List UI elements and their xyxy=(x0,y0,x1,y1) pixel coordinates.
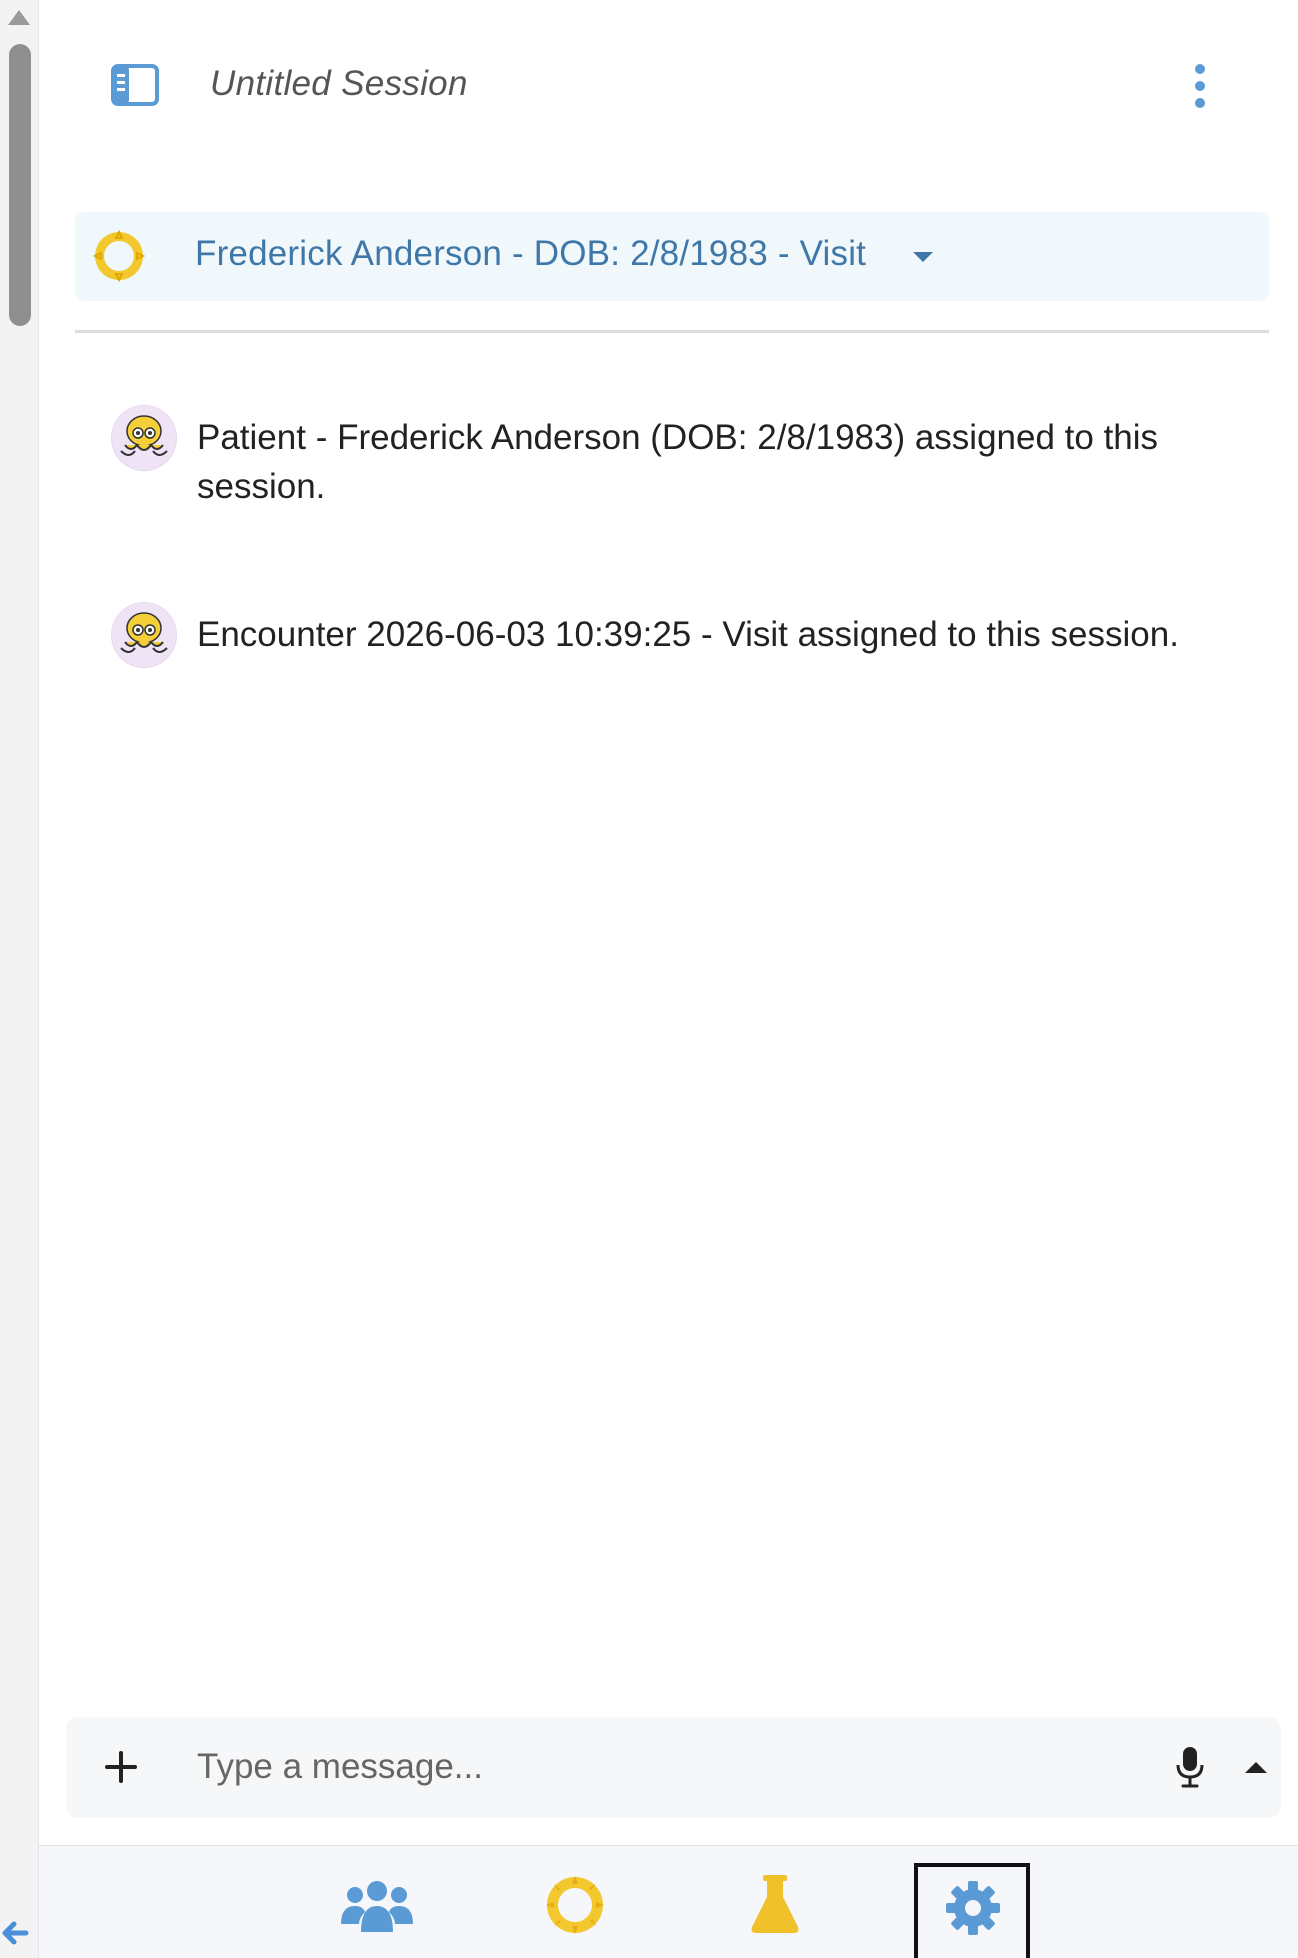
sun-ring-icon xyxy=(93,230,145,282)
flask-icon xyxy=(751,1875,799,1933)
scrollbar[interactable] xyxy=(0,0,39,1958)
microphone-icon[interactable] xyxy=(1174,1745,1206,1789)
divider xyxy=(75,330,1269,333)
plus-icon[interactable] xyxy=(102,1747,140,1787)
vertical-dots-icon[interactable] xyxy=(1189,62,1211,110)
scroll-thumb[interactable] xyxy=(9,44,31,326)
bottom-nav xyxy=(39,1845,1298,1958)
main-panel: Untitled Session Frederick Anderson - DO… xyxy=(39,0,1298,1958)
patient-selector[interactable]: Frederick Anderson - DOB: 2/8/1983 - Vis… xyxy=(75,212,1269,301)
back-arrow-icon[interactable] xyxy=(0,1915,32,1951)
nav-lab-button[interactable] xyxy=(724,1866,824,1946)
people-icon xyxy=(341,1881,413,1932)
app-frame: Untitled Session Frederick Anderson - DO… xyxy=(0,0,1298,1958)
message-text: Patient - Frederick Anderson (DOB: 2/8/1… xyxy=(197,418,1159,506)
message-input[interactable] xyxy=(197,1737,957,1797)
scroll-up-arrow-icon[interactable] xyxy=(8,10,30,25)
octopus-avatar-icon xyxy=(111,602,177,668)
gear-icon xyxy=(946,1881,1000,1935)
patient-selector-label: Frederick Anderson - DOB: 2/8/1983 - Vis… xyxy=(195,234,867,273)
octopus-avatar-icon xyxy=(111,405,177,471)
nav-settings-button[interactable] xyxy=(914,1863,1030,1958)
message-text: Encounter 2026-06-03 10:39:25 - Visit as… xyxy=(197,615,1179,654)
sun-ring-icon xyxy=(546,1876,604,1934)
chevron-down-icon xyxy=(913,252,933,262)
sidebar-panel-icon[interactable] xyxy=(111,64,159,106)
session-title[interactable]: Untitled Session xyxy=(210,64,468,104)
caret-up-icon[interactable] xyxy=(1245,1762,1267,1773)
session-header: Untitled Session xyxy=(39,40,1298,135)
nav-people-button[interactable] xyxy=(327,1866,427,1946)
message-composer xyxy=(66,1717,1281,1818)
nav-patient-button[interactable] xyxy=(525,1866,625,1946)
